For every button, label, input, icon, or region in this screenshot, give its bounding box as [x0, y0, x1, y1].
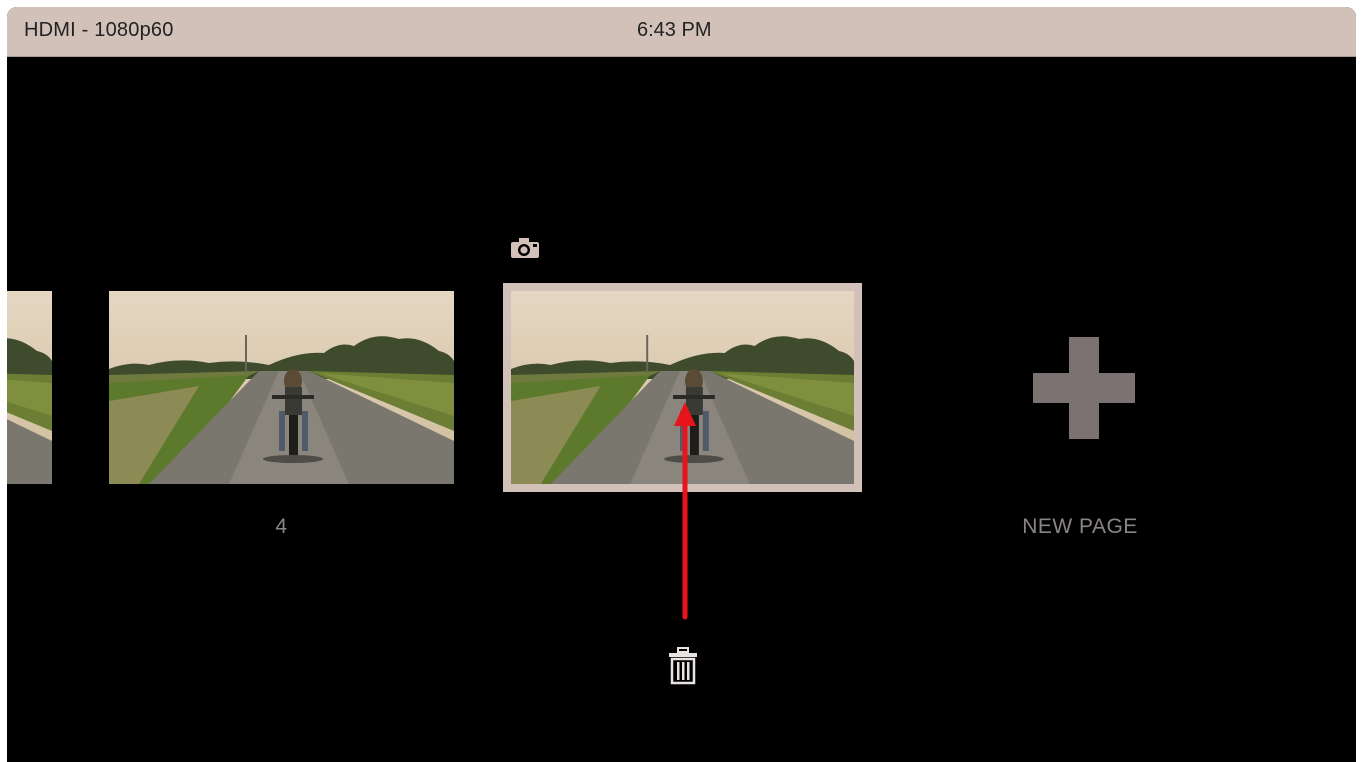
page-thumbnail-partial[interactable] [7, 291, 52, 484]
new-page-button[interactable] [1033, 337, 1135, 439]
input-source-label: HDMI - 1080p60 [24, 19, 174, 41]
page-preview-image [109, 291, 454, 484]
monitor-frame: HDMI - 1080p60 6:43 PM 4 NEW PAGE [7, 7, 1356, 762]
clock-label: 6:43 PM [637, 19, 712, 41]
new-page-label[interactable]: NEW PAGE [967, 515, 1193, 539]
camera-icon [510, 237, 540, 259]
status-bar: HDMI - 1080p60 6:43 PM [7, 7, 1356, 57]
page-preview-image [7, 291, 52, 484]
annotation-arrow [674, 402, 696, 620]
delete-page-button[interactable] [667, 647, 699, 685]
page-number-label: 4 [275, 515, 288, 538]
trash-icon [669, 647, 697, 685]
page-thumbnail-4[interactable] [109, 291, 454, 484]
